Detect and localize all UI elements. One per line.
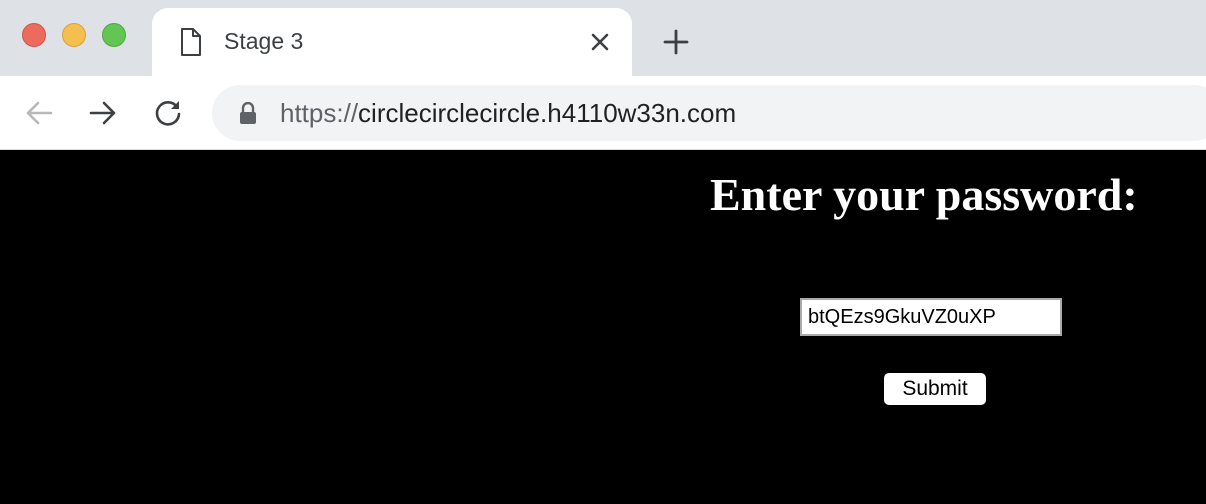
window-maximize-button[interactable] xyxy=(102,23,126,47)
page-content: Enter your password: Submit xyxy=(0,150,1206,504)
page-heading: Enter your password: xyxy=(710,169,1138,220)
arrow-right-icon[interactable] xyxy=(86,96,120,130)
url-text: https://circlecirclecircle.h4110w33n.com xyxy=(280,98,736,129)
window-close-button[interactable] xyxy=(22,23,46,47)
tab-title: Stage 3 xyxy=(224,28,304,54)
lock-icon[interactable] xyxy=(238,101,258,124)
document-icon xyxy=(180,28,202,56)
browser-tab[interactable]: Stage 3 xyxy=(152,8,632,76)
reload-icon[interactable] xyxy=(151,96,185,130)
close-icon[interactable] xyxy=(586,28,614,56)
password-input[interactable] xyxy=(800,298,1062,336)
submit-button[interactable]: Submit xyxy=(884,373,986,405)
plus-icon[interactable] xyxy=(658,24,694,60)
browser-toolbar: https://circlecirclecircle.h4110w33n.com xyxy=(0,76,1206,150)
address-bar[interactable]: https://circlecirclecircle.h4110w33n.com xyxy=(212,85,1206,141)
arrow-left-icon[interactable] xyxy=(22,96,56,130)
window-minimize-button[interactable] xyxy=(62,23,86,47)
url-scheme: https:// xyxy=(280,98,359,128)
url-host: circlecirclecircle.h4110w33n.com xyxy=(358,98,737,128)
tab-strip: Stage 3 xyxy=(0,0,1206,76)
